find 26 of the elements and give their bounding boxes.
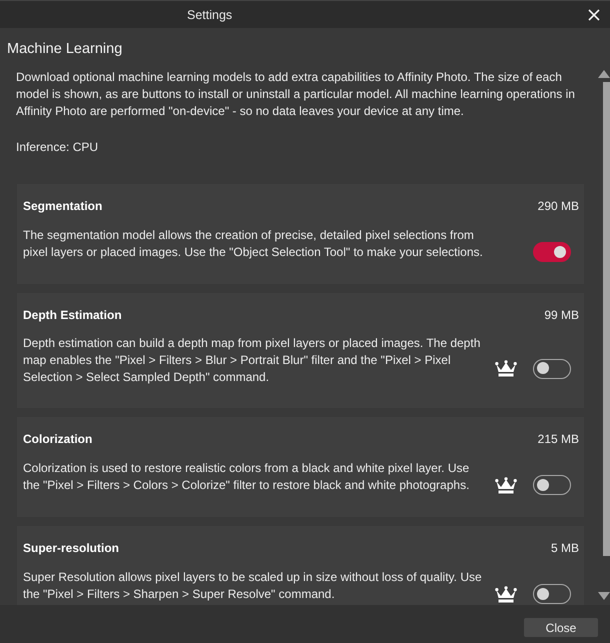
close-button[interactable] <box>588 8 600 20</box>
model-description: Depth estimation can build a depth map from pixel layers or placed images. The depth map enables the "Pixel > Filters > Blur > Portrait Blur" filter and the "Pixel > Pixel Selection > Select Sampled Depth" command. <box>23 335 482 386</box>
close-button[interactable]: Close <box>524 618 598 637</box>
model-name: Colorization <box>23 432 92 446</box>
scrollbar-thumb[interactable] <box>603 82 610 556</box>
scroll-down-arrow-icon[interactable] <box>598 592 610 600</box>
toggle-switch[interactable] <box>533 475 571 495</box>
inference-label: Inference: CPU <box>16 139 100 156</box>
model-size: 290 MB <box>538 199 579 213</box>
model-description: The segmentation model allows the creation of precise, detailed pixel selections from pixel layers or placed images. Use the "Object Selection Tool" to make your selections. <box>23 227 484 261</box>
model-size: 215 MB <box>538 432 579 446</box>
model-name: Depth Estimation <box>23 308 122 322</box>
scroll-up-arrow-icon[interactable] <box>598 70 610 78</box>
model-description: Super Resolution allows pixel layers to be scaled up in size without loss of quality. Use the "Pixel > Filters > Sharpen > Super Resolve" command. <box>23 569 483 603</box>
model-size: 99 MB <box>544 308 579 322</box>
close-icon <box>588 8 600 20</box>
window-title: Settings <box>187 8 232 22</box>
toggle-switch[interactable] <box>533 242 571 262</box>
model-name: Segmentation <box>23 199 102 213</box>
model-size: 5 MB <box>550 541 579 555</box>
toggle-switch[interactable] <box>533 584 571 604</box>
model-name: Super-resolution <box>23 541 120 555</box>
section-description: Download optional machine learning models to add extra capabilities to Affinity Photo. The size of each model is shown, as are buttons to install or uninstall a particular model. All machine learning operations in Affinity Photo are performed "on-device" - so no data leaves your device at any time. <box>16 69 576 120</box>
toggle-switch[interactable] <box>533 358 571 378</box>
model-description: Colorization is used to restore realistic colors from a black and white pixel layer. Use the "Pixel > Filters > Colors > Colorize" filter to restore black and white photographs. <box>23 460 470 494</box>
section-heading: Machine Learning <box>6 40 124 58</box>
